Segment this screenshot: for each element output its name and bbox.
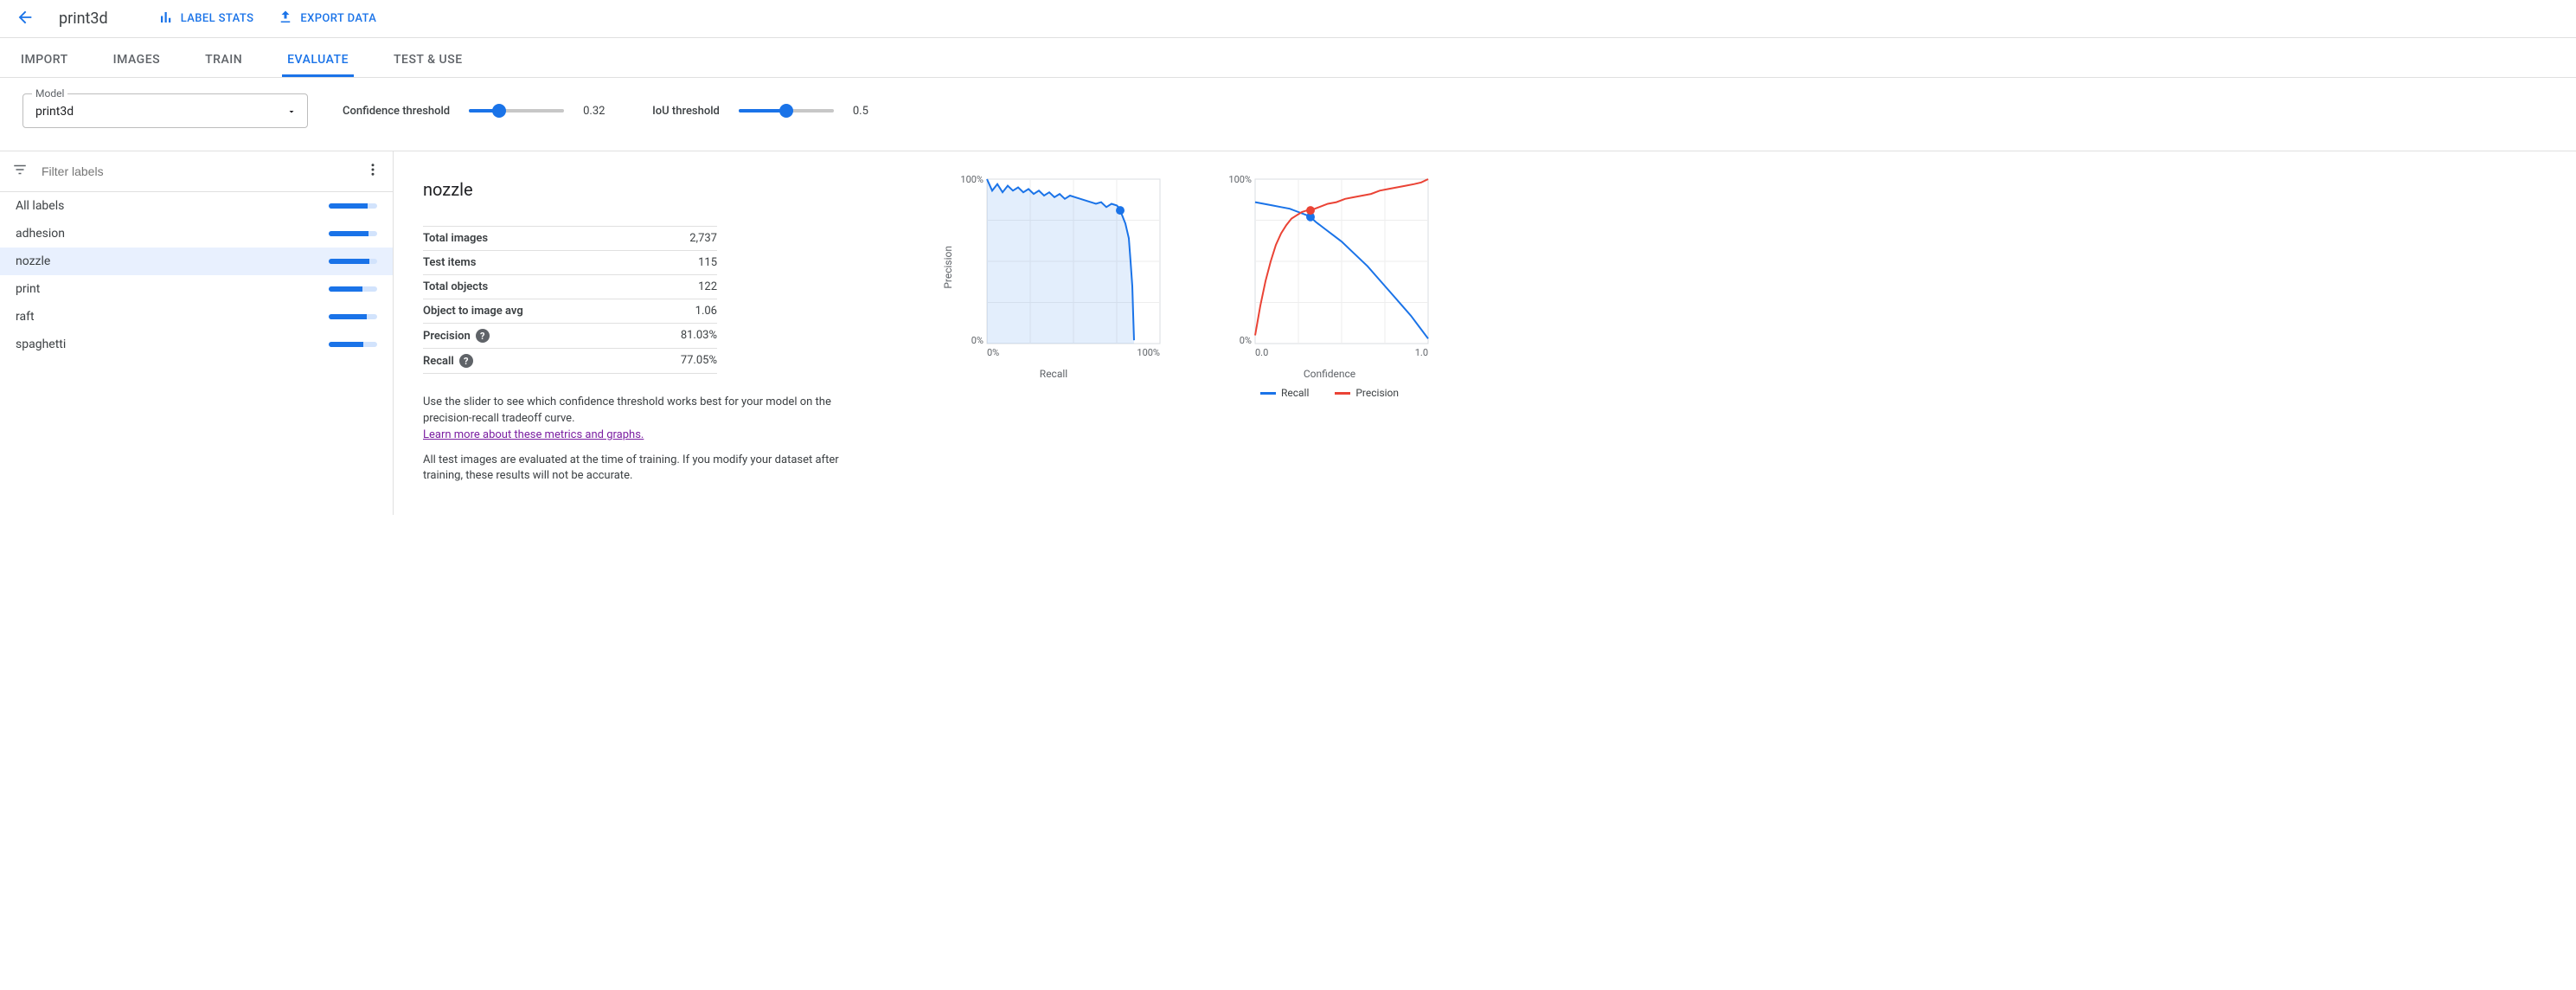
label-name: adhesion bbox=[16, 227, 65, 241]
help-icon[interactable]: ? bbox=[459, 354, 473, 368]
stat-key: Precision? bbox=[423, 329, 490, 343]
confidence-chart: 100% 0%0.0 1.0 bbox=[1226, 172, 1433, 363]
conf-chart-xlabel: Confidence bbox=[1304, 368, 1355, 380]
svg-text:100%: 100% bbox=[1228, 174, 1252, 185]
more-vert-icon[interactable] bbox=[365, 162, 381, 181]
label-name: nozzle bbox=[16, 254, 50, 268]
label-row-nozzle[interactable]: nozzle bbox=[0, 248, 393, 275]
label-row-spaghetti[interactable]: spaghetti bbox=[0, 331, 393, 358]
model-select[interactable]: Model print3d bbox=[22, 93, 308, 128]
label-name: raft bbox=[16, 310, 35, 324]
stat-row: Test items 115 bbox=[423, 250, 717, 274]
confidence-slider[interactable] bbox=[469, 109, 564, 112]
tab-images[interactable]: IMAGES bbox=[108, 53, 165, 77]
stat-value: 2,737 bbox=[689, 232, 717, 245]
export-data-button[interactable]: EXPORT DATA bbox=[278, 10, 376, 29]
tab-import[interactable]: IMPORT bbox=[16, 53, 74, 77]
label-name: All labels bbox=[16, 199, 64, 213]
learn-more-link[interactable]: Learn more about these metrics and graph… bbox=[423, 428, 644, 441]
label-name: spaghetti bbox=[16, 338, 66, 351]
stat-key: Total objects bbox=[423, 280, 488, 293]
label-stats-label: LABEL STATS bbox=[181, 12, 254, 25]
iou-slider[interactable] bbox=[739, 109, 834, 112]
back-arrow-icon[interactable] bbox=[16, 8, 35, 30]
confidence-value: 0.32 bbox=[583, 105, 618, 118]
label-row-raft[interactable]: raft bbox=[0, 303, 393, 331]
legend-recall: Recall bbox=[1281, 387, 1309, 399]
main: All labels adhesion nozzle print raft spaghet… bbox=[0, 151, 2576, 515]
label-minibar bbox=[329, 342, 377, 347]
label-minibar bbox=[329, 314, 377, 319]
filter-icon[interactable] bbox=[12, 162, 28, 181]
svg-text:0.0: 0.0 bbox=[1255, 347, 1268, 358]
conf-chart-legend: Recall Precision bbox=[1260, 387, 1399, 399]
label-stats-button[interactable]: LABEL STATS bbox=[158, 10, 254, 29]
svg-text:100%: 100% bbox=[1137, 347, 1160, 358]
model-select-label: Model bbox=[32, 87, 67, 100]
filter-row bbox=[0, 151, 393, 192]
caret-down-icon bbox=[286, 106, 297, 120]
label-minibar bbox=[329, 231, 377, 236]
controls-bar: Model print3d Confidence threshold 0.32 … bbox=[0, 78, 2576, 151]
tab-train[interactable]: TRAIN bbox=[200, 53, 247, 77]
svg-text:100%: 100% bbox=[960, 174, 984, 185]
stat-key: Total images bbox=[423, 232, 488, 245]
label-minibar bbox=[329, 203, 377, 209]
pr-chart-ylabel: Precision bbox=[942, 246, 954, 289]
stat-value: 77.05% bbox=[681, 354, 717, 368]
detail-title: nozzle bbox=[423, 179, 907, 200]
stat-value: 1.06 bbox=[695, 305, 717, 318]
blurb-text-2: All test images are evaluated at the tim… bbox=[423, 453, 839, 483]
tab-test-use[interactable]: TEST & USE bbox=[388, 53, 468, 77]
stat-row: Total images 2,737 bbox=[423, 226, 717, 250]
stat-row: Precision? 81.03% bbox=[423, 323, 717, 348]
stat-value: 122 bbox=[698, 280, 717, 293]
svg-text:0%: 0% bbox=[971, 335, 984, 346]
svg-text:0%: 0% bbox=[987, 347, 999, 358]
export-data-label: EXPORT DATA bbox=[300, 12, 376, 25]
stat-row: Total objects 122 bbox=[423, 274, 717, 299]
blurb: Use the slider to see which confidence t… bbox=[423, 395, 873, 485]
conf-chart-block: 100% 0%0.0 1.0 Confidence Recall Precision bbox=[1226, 172, 1433, 399]
legend-precision: Precision bbox=[1355, 387, 1399, 399]
page-title: print3d bbox=[59, 10, 108, 28]
label-minibar bbox=[329, 286, 377, 292]
confidence-label: Confidence threshold bbox=[343, 105, 450, 118]
stat-row: Object to image avg 1.06 bbox=[423, 299, 717, 323]
iou-value: 0.5 bbox=[853, 105, 888, 118]
svg-text:1.0: 1.0 bbox=[1415, 347, 1428, 358]
stat-key: Test items bbox=[423, 256, 476, 269]
confidence-slider-group: Confidence threshold 0.32 bbox=[343, 105, 618, 118]
charts: Precision 100%0%0%100% Recall 100%0%0.01… bbox=[942, 172, 1433, 494]
stat-table: Total images 2,737 Test items 115 Total obje… bbox=[423, 226, 717, 374]
svg-text:0%: 0% bbox=[1240, 335, 1252, 346]
label-row-print[interactable]: print bbox=[0, 275, 393, 303]
filter-labels-input[interactable] bbox=[40, 164, 353, 179]
label-minibar bbox=[329, 259, 377, 264]
stat-key: Recall? bbox=[423, 354, 473, 368]
tabs: IMPORT IMAGES TRAIN EVALUATE TEST & USE bbox=[0, 38, 2576, 78]
labels-sidebar: All labels adhesion nozzle print raft spaghet… bbox=[0, 151, 394, 515]
stat-row: Recall? 77.05% bbox=[423, 348, 717, 374]
label-name: print bbox=[16, 282, 40, 296]
stat-key: Object to image avg bbox=[423, 305, 523, 318]
bar-chart-icon bbox=[158, 10, 174, 29]
label-row-adhesion[interactable]: adhesion bbox=[0, 220, 393, 248]
model-select-value: print3d bbox=[35, 105, 74, 119]
stat-value: 115 bbox=[698, 256, 717, 269]
blurb-text-1: Use the slider to see which confidence t… bbox=[423, 395, 831, 425]
precision-recall-chart: 100% 0%0% 100% bbox=[958, 172, 1165, 363]
iou-slider-group: IoU threshold 0.5 bbox=[652, 105, 888, 118]
tab-evaluate[interactable]: EVALUATE bbox=[282, 53, 354, 77]
iou-label: IoU threshold bbox=[652, 105, 720, 118]
stat-value: 81.03% bbox=[681, 329, 717, 343]
upload-icon bbox=[278, 10, 293, 29]
label-row-all-labels[interactable]: All labels bbox=[0, 192, 393, 220]
topbar: print3d LABEL STATS EXPORT DATA bbox=[0, 0, 2576, 38]
detail-panel: nozzle Total images2,737Test items115Tot… bbox=[394, 151, 2576, 515]
help-icon[interactable]: ? bbox=[476, 329, 490, 343]
pr-chart-xlabel: Recall bbox=[1040, 368, 1067, 380]
pr-chart-block: Precision 100% 0%0% 100% Recall bbox=[942, 172, 1165, 380]
